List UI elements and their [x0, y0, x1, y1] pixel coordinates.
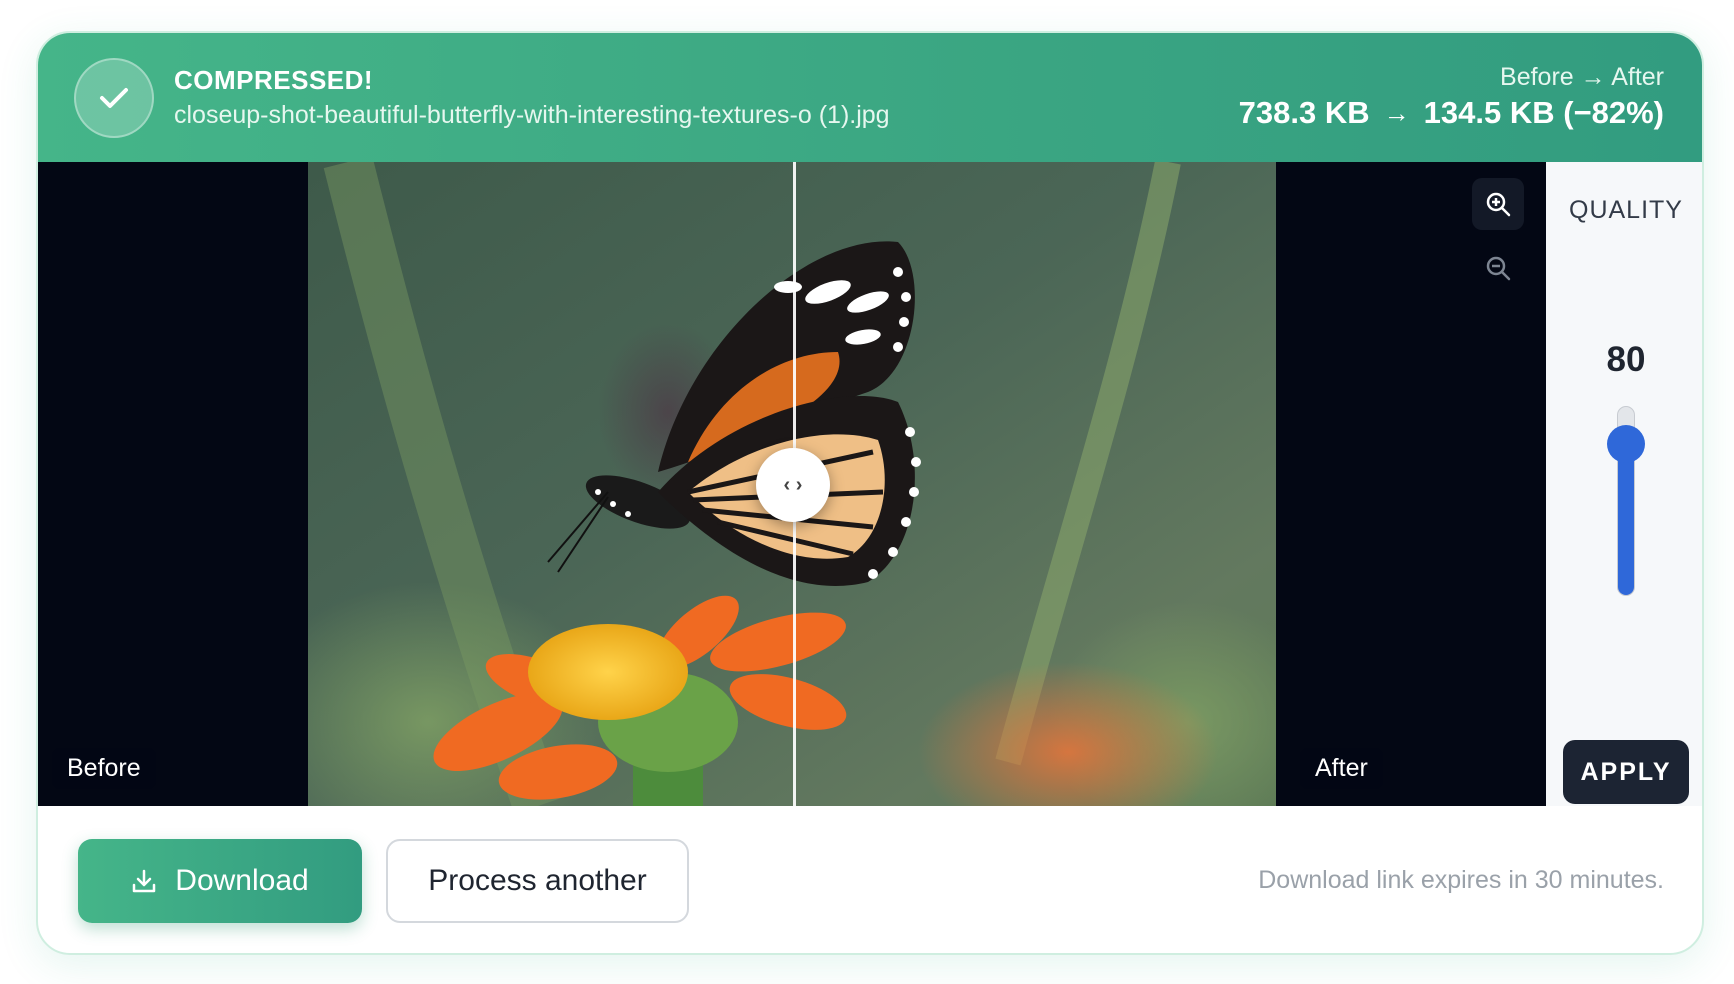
success-check-icon [74, 58, 154, 138]
size-comparison: 738.3 KB → 134.5 KB (−82%) [1239, 95, 1664, 131]
download-label: Download [175, 864, 309, 897]
after-label: After [1300, 748, 1383, 789]
download-button[interactable]: Download [78, 839, 362, 923]
quality-value: 80 [1606, 340, 1646, 379]
process-another-button[interactable]: Process another [386, 839, 689, 923]
zoom-in-button[interactable] [1472, 178, 1524, 230]
original-size: 738.3 KB [1238, 95, 1370, 130]
before-label: Before [52, 748, 156, 789]
result-header: COMPRESSED! closeup-shot-beautiful-butte… [38, 33, 1702, 162]
file-name: closeup-shot-beautiful-butterfly-with-in… [174, 101, 890, 129]
quality-slider-fill [1618, 443, 1634, 595]
quality-slider-knob[interactable] [1607, 425, 1645, 463]
apply-button[interactable]: APPLY [1563, 740, 1689, 804]
arrow-right-icon: → [1383, 97, 1410, 128]
download-icon [133, 869, 156, 893]
zoom-in-icon [1486, 192, 1511, 217]
drag-arrows-icon: ‹ › [783, 473, 803, 496]
comparison-viewer[interactable]: ‹ › Before After [38, 162, 1546, 806]
zoom-out-button[interactable] [1472, 242, 1524, 294]
compressed-size: 134.5 KB (−82%) [1423, 95, 1664, 130]
compression-result-card: COMPRESSED! closeup-shot-beautiful-butte… [36, 31, 1704, 955]
quality-label: QUALITY [1569, 196, 1683, 224]
before-after-caption: Before → After [1500, 63, 1664, 91]
divider-drag-handle[interactable]: ‹ › [756, 448, 830, 522]
expire-note: Download link expires in 30 minutes. [1258, 866, 1664, 894]
zoom-out-icon [1486, 256, 1511, 281]
status-title: COMPRESSED! [174, 65, 374, 95]
quality-panel: QUALITY 80 APPLY [1546, 162, 1702, 806]
